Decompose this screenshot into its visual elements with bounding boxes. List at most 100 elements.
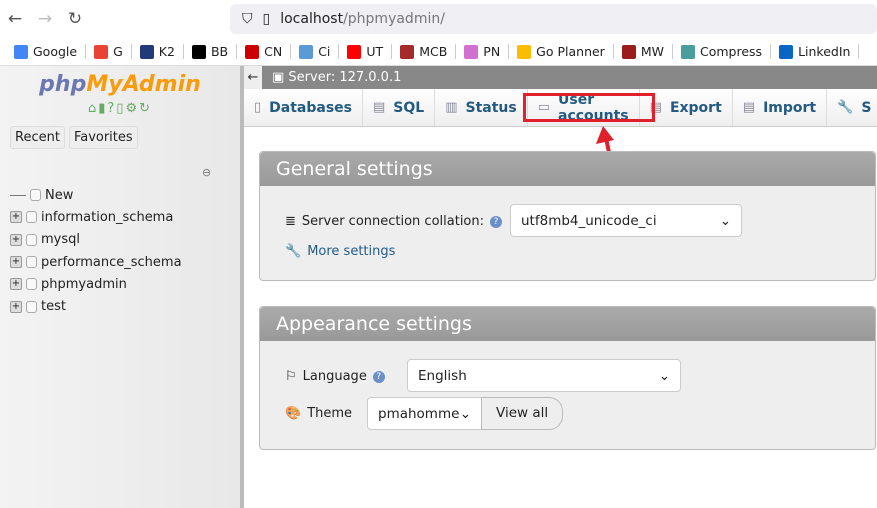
bookmark-item[interactable]: LinkedIn	[771, 44, 860, 59]
panel-title: Appearance settings	[260, 307, 875, 341]
tab-label: Import	[763, 99, 817, 116]
recent-button[interactable]: Recent	[10, 126, 65, 149]
bookmark-favicon-icon	[94, 44, 109, 59]
bookmark-item[interactable]: Go Planner	[509, 44, 614, 59]
bookmark-item[interactable]: Ci	[291, 44, 340, 59]
bookmark-item[interactable]: BB	[184, 44, 238, 59]
bookmark-favicon-icon	[464, 44, 479, 59]
database-icon	[26, 278, 37, 291]
bookmark-favicon-icon	[347, 44, 362, 59]
theme-label: Theme	[307, 406, 353, 421]
url-bar[interactable]: ⛉ ▯ localhost/phpmyadmin/	[230, 4, 877, 34]
favorites-button[interactable]: Favorites	[68, 126, 138, 149]
collation-select[interactable]: utf8mb4_unicode_ci ⌄	[510, 204, 742, 237]
tree-item[interactable]: + mysql	[10, 229, 182, 251]
bookmark-item[interactable]: PN	[456, 44, 510, 59]
theme-select[interactable]: pmahomme ⌄	[367, 397, 482, 430]
bookmark-favicon-icon	[517, 44, 532, 59]
bookmark-item[interactable]: CN	[237, 44, 292, 59]
bookmark-favicon-icon	[191, 44, 206, 59]
tab-label: SQL	[393, 99, 425, 116]
tree-item[interactable]: + test	[10, 295, 182, 317]
more-settings-link[interactable]: More settings	[307, 244, 395, 259]
server-icon: ▣	[272, 70, 289, 85]
server-label[interactable]: Server: 127.0.0.1	[288, 70, 401, 85]
bookmark-label: MCB	[419, 44, 448, 59]
tree-label: test	[41, 299, 66, 315]
database-icon	[26, 211, 37, 224]
tree-label: phpmyadmin	[41, 276, 127, 292]
tree-item[interactable]: + phpmyadmin	[10, 273, 182, 295]
tree-item[interactable]: + performance_schema	[10, 251, 182, 273]
database-icon	[26, 300, 37, 313]
help-icon[interactable]: ?	[490, 215, 503, 228]
appearance-settings-panel: Appearance settings ⚐ Language? English ⌄ …	[259, 306, 876, 450]
expand-icon[interactable]: +	[10, 256, 22, 269]
bookmark-favicon-icon	[139, 44, 154, 59]
database-icon	[26, 233, 37, 246]
highlight-box	[523, 93, 655, 122]
bookmark-item[interactable]: K2	[132, 44, 184, 59]
bookmark-item[interactable]: Google	[6, 44, 87, 59]
language-select[interactable]: English ⌄	[407, 359, 681, 392]
tree-item[interactable]: New	[10, 184, 182, 206]
general-settings-panel: General settings ≣ Server connection coll…	[259, 151, 876, 281]
phpmyadmin-logo[interactable]: phpMyAdmin	[0, 72, 240, 97]
help-icon[interactable]: ?	[107, 101, 116, 116]
tree-line	[10, 194, 26, 196]
reload-icon[interactable]: ↻	[60, 9, 90, 29]
expand-icon[interactable]: +	[10, 233, 22, 246]
bookmark-item[interactable]: MW	[614, 44, 673, 59]
chevron-down-icon: ⌄	[658, 367, 670, 384]
bookmark-label: Ci	[318, 44, 331, 59]
bookmark-label: LinkedIn	[798, 44, 851, 59]
bookmark-favicon-icon	[299, 44, 314, 59]
url-host: localhost	[280, 11, 344, 27]
collapse-arrow-icon[interactable]: ←	[244, 66, 262, 89]
import-icon: ▤	[742, 100, 756, 115]
sidebar: phpMyAdmin ⌂▮?▯⚙↻ Recent Favorites ⊖ New +…	[0, 66, 240, 508]
bookmark-favicon-icon	[621, 44, 636, 59]
language-label: Language	[302, 369, 367, 384]
bookmark-label: K2	[158, 44, 175, 59]
tab-status[interactable]: ▥ Status	[435, 89, 528, 126]
bookmark-label: PN	[483, 44, 501, 59]
tab-label: Export	[669, 99, 722, 116]
settings-icon: 🔧	[837, 100, 854, 115]
bookmarks-bar: Google G K2 BB CN Ci UT MCB PN Go Planner MW Compre…	[0, 38, 877, 66]
tab-label: Databases	[269, 99, 352, 116]
bookmark-label: CN	[264, 44, 283, 59]
view-all-button[interactable]: View all	[481, 397, 564, 430]
bookmark-label: UT	[366, 44, 384, 59]
new-database-icon	[30, 189, 41, 202]
expand-icon[interactable]: +	[10, 211, 22, 224]
home-icon[interactable]: ⌂	[88, 101, 98, 116]
bookmark-item[interactable]: G	[86, 44, 132, 59]
shield-icon: ⛉	[242, 11, 253, 27]
url-path: /phpmyadmin/	[343, 11, 445, 27]
expand-icon[interactable]: +	[10, 300, 22, 313]
bookmark-favicon-icon	[680, 44, 695, 59]
forward-icon[interactable]: →	[30, 9, 60, 29]
tab-import[interactable]: ▤ Import	[733, 89, 828, 126]
link-icon[interactable]: ⊖	[202, 166, 211, 179]
tree-item[interactable]: + information_schema	[10, 206, 182, 228]
reload-icon[interactable]: ↻	[139, 101, 152, 116]
tree-label: New	[45, 187, 74, 203]
bookmark-item[interactable]: Compress	[673, 44, 772, 59]
tree-label: performance_schema	[41, 254, 182, 270]
collation-label: Server connection collation:	[301, 214, 485, 229]
tab-databases[interactable]: ▯ Databases	[244, 89, 363, 126]
list-icon: ≣	[285, 214, 296, 229]
database-icon: ▯	[254, 100, 262, 115]
gear-icon[interactable]: ⚙	[125, 101, 139, 116]
tab-sql[interactable]: ▤ SQL	[363, 89, 436, 126]
back-icon[interactable]: ←	[0, 9, 30, 29]
bookmark-item[interactable]: MCB	[392, 44, 457, 59]
help-icon[interactable]: ?	[372, 370, 385, 383]
tab-s[interactable]: 🔧 S	[827, 89, 877, 126]
bookmark-item[interactable]: UT	[339, 44, 393, 59]
bookmark-favicon-icon	[779, 44, 794, 59]
bookmark-label: Google	[33, 44, 78, 59]
expand-icon[interactable]: +	[10, 278, 22, 291]
